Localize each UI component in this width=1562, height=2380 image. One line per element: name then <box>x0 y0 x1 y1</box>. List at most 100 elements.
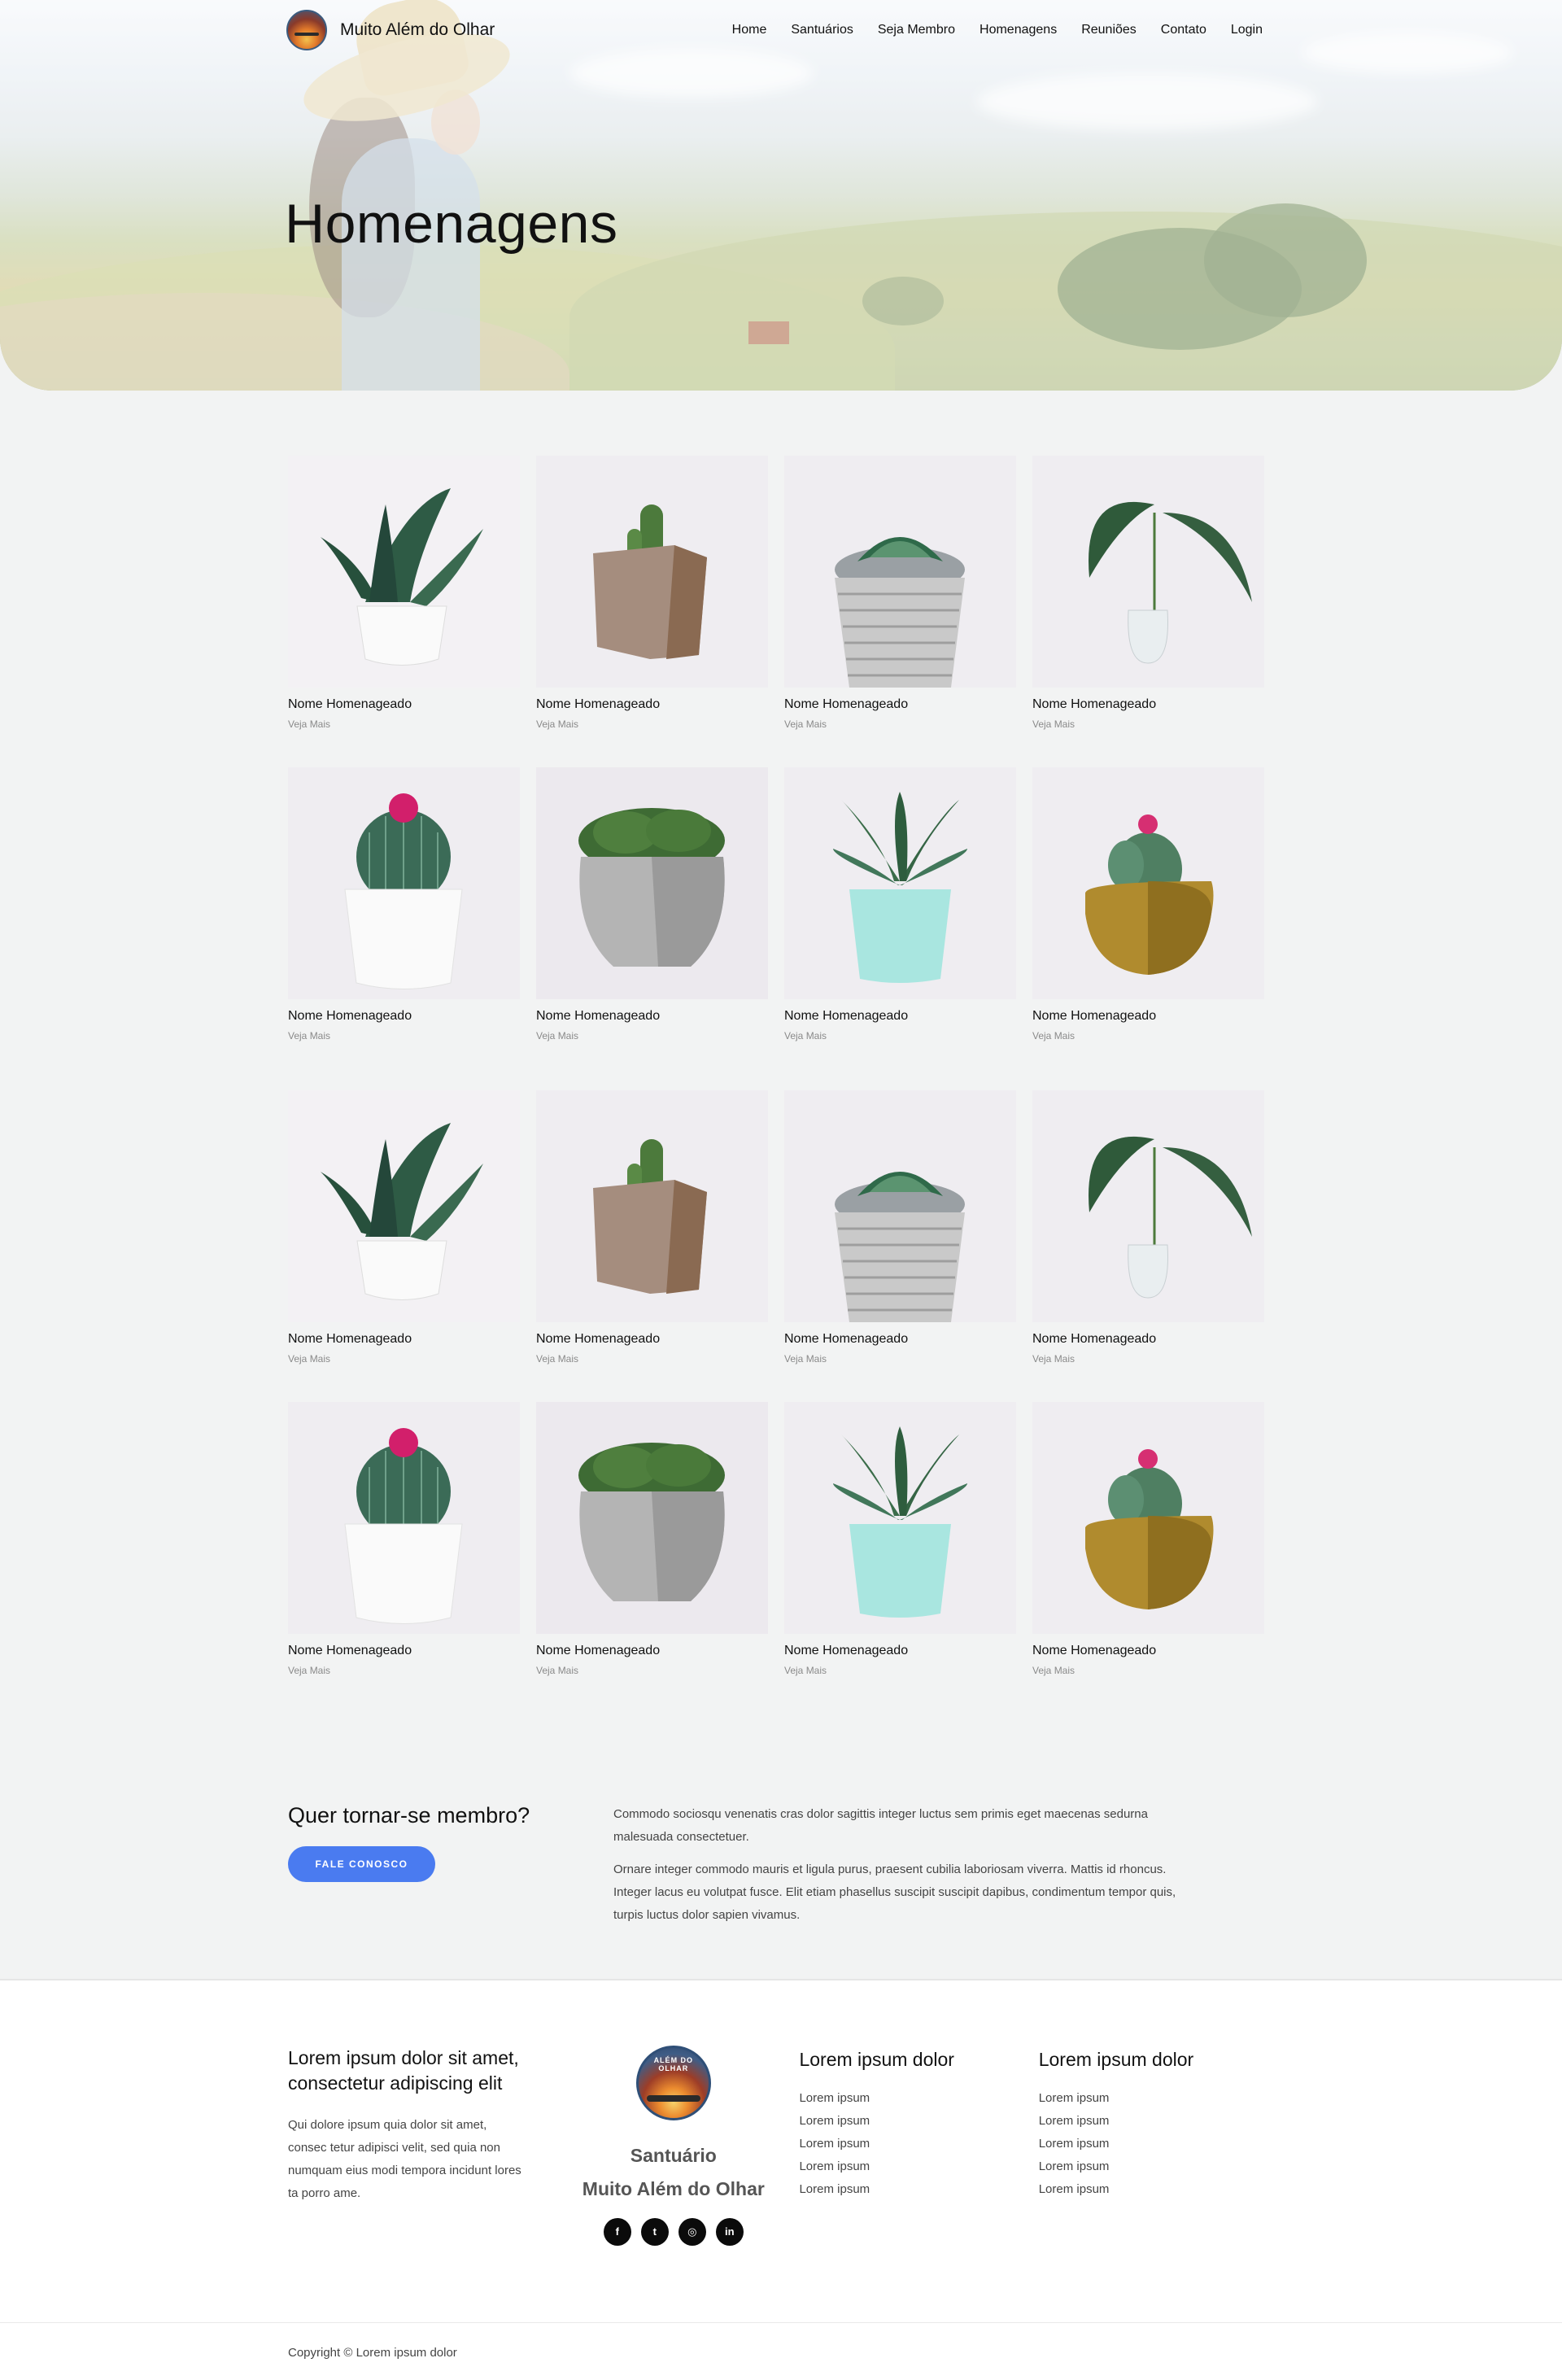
tributes-grid: Nome Homenageado Veja Mais Nome Homenagea… <box>288 456 1274 1714</box>
see-more-wrapper: Veja Mais <box>536 712 768 731</box>
tribute-image-cactus-square-pot[interactable] <box>536 456 768 688</box>
nav-item-login[interactable]: Login <box>1231 23 1263 37</box>
see-more-wrapper: Veja Mais <box>1032 1658 1264 1678</box>
tribute-name[interactable]: Nome Homenageado <box>536 1332 768 1347</box>
footer-link[interactable]: Lorem ipsum <box>1039 2133 1274 2155</box>
see-more-link[interactable]: Veja Mais <box>288 1030 330 1042</box>
facebook-icon[interactable]: f <box>603 2218 631 2246</box>
tribute-card[interactable]: Nome Homenageado Veja Mais <box>288 456 520 731</box>
see-more-link[interactable]: Veja Mais <box>1032 1030 1075 1042</box>
tribute-image-cactus-brass-pot[interactable] <box>1032 1402 1264 1634</box>
tribute-card[interactable]: Nome Homenageado Veja Mais <box>784 456 1016 731</box>
tribute-name[interactable]: Nome Homenageado <box>1032 1332 1264 1347</box>
tribute-card[interactable]: Nome Homenageado Veja Mais <box>1032 1402 1264 1678</box>
footer: Lorem ipsum dolor sit amet, consectetur … <box>0 1979 1562 2322</box>
tribute-name[interactable]: Nome Homenageado <box>784 1644 1016 1658</box>
tribute-card[interactable]: Nome Homenageado Veja Mais <box>288 1090 520 1366</box>
see-more-link[interactable]: Veja Mais <box>784 718 827 730</box>
cta-paragraph: Commodo sociosqu venenatis cras dolor sa… <box>613 1807 1148 1844</box>
see-more-link[interactable]: Veja Mais <box>536 1030 578 1042</box>
tribute-name[interactable]: Nome Homenageado <box>536 1009 768 1024</box>
tribute-card[interactable]: Nome Homenageado Veja Mais <box>784 1402 1016 1678</box>
tribute-image-cactus-square-pot[interactable] <box>536 1090 768 1322</box>
tribute-card[interactable]: Nome Homenageado Veja Mais <box>536 767 768 1043</box>
tribute-name[interactable]: Nome Homenageado <box>536 697 768 712</box>
tribute-card[interactable]: Nome Homenageado Veja Mais <box>784 767 1016 1043</box>
tribute-name[interactable]: Nome Homenageado <box>1032 1644 1264 1658</box>
nav-item-home[interactable]: Home <box>732 23 767 37</box>
tribute-name[interactable]: Nome Homenageado <box>784 1332 1016 1347</box>
footer-logo: ALÉM DO OLHAR <box>635 2046 711 2120</box>
tribute-name[interactable]: Nome Homenageado <box>784 697 1016 712</box>
tribute-image-cactus-brass-pot[interactable] <box>1032 767 1264 999</box>
see-more-link[interactable]: Veja Mais <box>288 1665 330 1676</box>
tribute-image-succulent-rope-pot[interactable] <box>784 456 1016 688</box>
brand[interactable]: Muito Além do Olhar <box>286 10 495 50</box>
tribute-card[interactable]: Nome Homenageado Veja Mais <box>288 767 520 1043</box>
tribute-card[interactable]: Nome Homenageado Veja Mais <box>536 1090 768 1366</box>
see-more-link[interactable]: Veja Mais <box>784 1030 827 1042</box>
nav-item-homenagens[interactable]: Homenagens <box>980 23 1057 37</box>
see-more-link[interactable]: Veja Mais <box>784 1665 827 1676</box>
tribute-name[interactable]: Nome Homenageado <box>288 697 520 712</box>
nav-item-santuarios[interactable]: Santuários <box>791 23 853 37</box>
see-more-wrapper: Veja Mais <box>784 712 1016 731</box>
see-more-link[interactable]: Veja Mais <box>784 1353 827 1365</box>
tribute-image-moss-concrete-pot[interactable] <box>536 1402 768 1634</box>
footer-link[interactable]: Lorem ipsum <box>799 2155 1038 2178</box>
footer-link[interactable]: Lorem ipsum <box>799 2133 1038 2155</box>
nav-item-contato[interactable]: Contato <box>1161 23 1206 37</box>
see-more-wrapper: Veja Mais <box>288 1658 520 1678</box>
instagram-icon[interactable]: ◎ <box>678 2218 706 2246</box>
tribute-name[interactable]: Nome Homenageado <box>784 1009 1016 1024</box>
tribute-card[interactable]: Nome Homenageado Veja Mais <box>1032 767 1264 1043</box>
tribute-card[interactable]: Nome Homenageado Veja Mais <box>288 1402 520 1678</box>
see-more-link[interactable]: Veja Mais <box>1032 1353 1075 1365</box>
tribute-image-aloe-mint-pot[interactable] <box>784 767 1016 999</box>
tribute-image-moss-concrete-pot[interactable] <box>536 767 768 999</box>
tribute-image-leaf-glass-vase[interactable] <box>1032 456 1264 688</box>
tribute-name[interactable]: Nome Homenageado <box>536 1644 768 1658</box>
see-more-link[interactable]: Veja Mais <box>536 1353 578 1365</box>
see-more-link[interactable]: Veja Mais <box>1032 1665 1075 1676</box>
see-more-link[interactable]: Veja Mais <box>536 718 578 730</box>
tribute-card[interactable]: Nome Homenageado Veja Mais <box>536 456 768 731</box>
see-more-link[interactable]: Veja Mais <box>1032 718 1075 730</box>
footer-link[interactable]: Lorem ipsum <box>799 2178 1038 2201</box>
see-more-wrapper: Veja Mais <box>1032 1024 1264 1043</box>
footer-link[interactable]: Lorem ipsum <box>799 2087 1038 2110</box>
linkedin-icon[interactable]: in <box>715 2218 744 2246</box>
footer-link[interactable]: Lorem ipsum <box>799 2110 1038 2133</box>
tribute-name[interactable]: Nome Homenageado <box>288 1644 520 1658</box>
tribute-card[interactable]: Nome Homenageado Veja Mais <box>784 1090 1016 1366</box>
tribute-name[interactable]: Nome Homenageado <box>1032 1009 1264 1024</box>
footer-brand: ALÉM DO OLHAR Santuário Muito Além do Ol… <box>556 2046 791 2322</box>
twitter-icon[interactable]: t <box>640 2218 669 2246</box>
tribute-image-flowering-cactus-white-pot[interactable] <box>288 1402 520 1634</box>
tribute-image-flowering-cactus-white-pot[interactable] <box>288 767 520 999</box>
tribute-image-succulent-rope-pot[interactable] <box>784 1090 1016 1322</box>
footer-link[interactable]: Lorem ipsum <box>1039 2110 1274 2133</box>
nav-item-seja-membro[interactable]: Seja Membro <box>878 23 955 37</box>
contact-button[interactable]: FALE CONOSCO <box>288 1846 435 1882</box>
see-more-link[interactable]: Veja Mais <box>288 1353 330 1365</box>
tribute-card[interactable]: Nome Homenageado Veja Mais <box>536 1402 768 1678</box>
nav-item-reunioes[interactable]: Reuniões <box>1081 23 1137 37</box>
copyright-bar: Copyright © Lorem ipsum dolor <box>0 2322 1562 2380</box>
tribute-name[interactable]: Nome Homenageado <box>1032 697 1264 712</box>
tribute-image-aloe-white-pot[interactable] <box>288 456 520 688</box>
footer-link[interactable]: Lorem ipsum <box>1039 2155 1274 2178</box>
see-more-link[interactable]: Veja Mais <box>288 718 330 730</box>
footer-link[interactable]: Lorem ipsum <box>1039 2178 1274 2201</box>
tribute-image-aloe-mint-pot[interactable] <box>784 1402 1016 1634</box>
tribute-card[interactable]: Nome Homenageado Veja Mais <box>1032 456 1264 731</box>
tribute-image-aloe-white-pot[interactable] <box>288 1090 520 1322</box>
tribute-name[interactable]: Nome Homenageado <box>288 1332 520 1347</box>
tribute-card[interactable]: Nome Homenageado Veja Mais <box>1032 1090 1264 1366</box>
see-more-wrapper: Veja Mais <box>288 1347 520 1366</box>
footer-link[interactable]: Lorem ipsum <box>1039 2087 1274 2110</box>
tribute-name[interactable]: Nome Homenageado <box>288 1009 520 1024</box>
see-more-wrapper: Veja Mais <box>536 1658 768 1678</box>
see-more-link[interactable]: Veja Mais <box>536 1665 578 1676</box>
tribute-image-leaf-glass-vase[interactable] <box>1032 1090 1264 1322</box>
